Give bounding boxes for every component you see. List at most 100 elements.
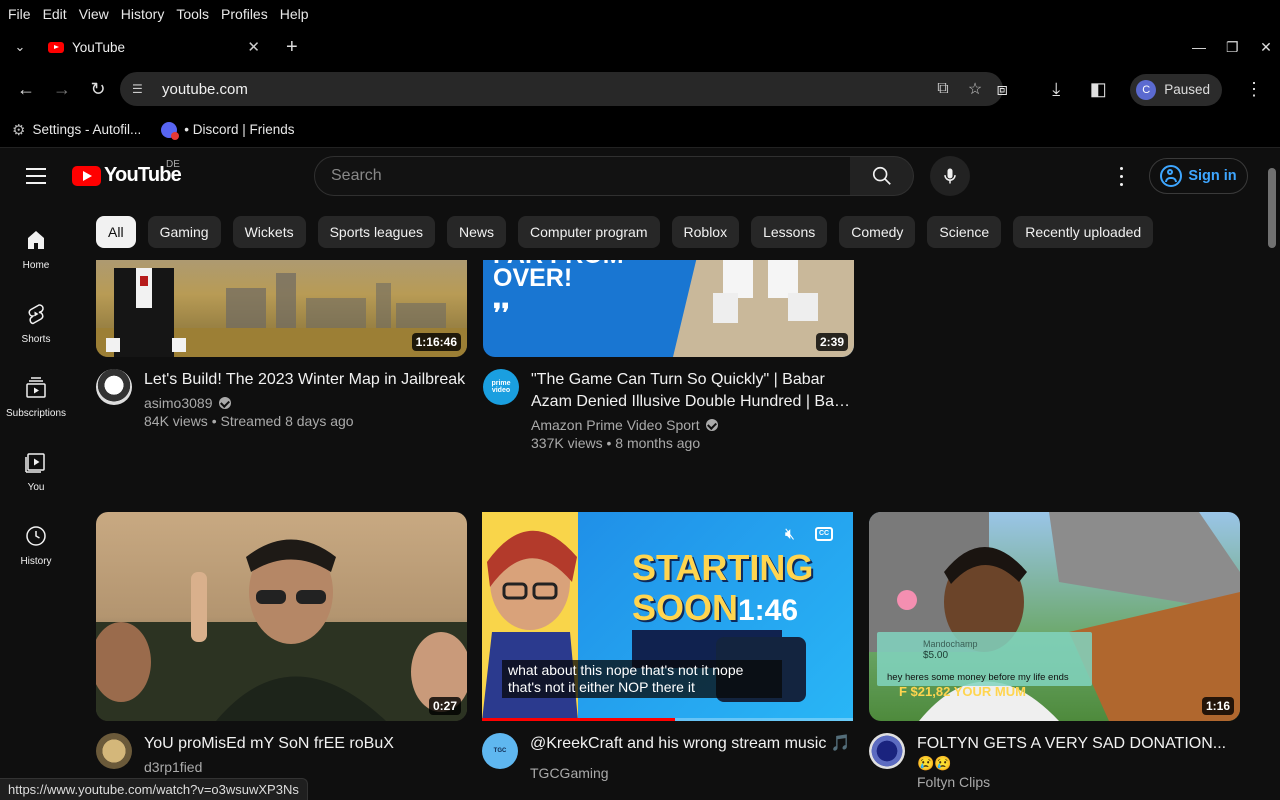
account-icon (1160, 165, 1183, 187)
video-card[interactable]: 0:27 YoU proMisEd mY SoN frEE roBuX d3rp… (96, 512, 467, 775)
open-in-app-icon[interactable]: ⧉ (927, 80, 959, 98)
video-card[interactable]: Mandochamp $5.00 hey heres some money be… (869, 512, 1240, 790)
address-url[interactable]: youtube.com (162, 81, 927, 98)
video-card[interactable]: 1:16:46 Let's Build! The 2023 Winter Map… (96, 260, 467, 429)
menu-tools[interactable]: Tools (176, 6, 209, 22)
chip-wickets[interactable]: Wickets (232, 216, 306, 248)
guide-menu-icon[interactable] (26, 168, 46, 184)
new-tab-icon[interactable]: + (286, 36, 298, 59)
home-icon (28, 230, 44, 249)
guide-item-subscriptions[interactable]: Subscriptions (0, 360, 72, 434)
channel-name-row: TGCGaming (530, 765, 853, 781)
chip-lessons[interactable]: Lessons (751, 216, 828, 248)
channel-name[interactable]: TGCGaming (530, 765, 609, 781)
extensions-icon[interactable]: ⧈ (984, 72, 1020, 108)
channel-avatar[interactable]: TGC (482, 733, 518, 769)
side-panel-icon[interactable]: ◧ (1080, 72, 1116, 108)
guide-item-history[interactable]: History (0, 508, 72, 582)
chip-news[interactable]: News (447, 216, 507, 248)
chip-sports-leagues[interactable]: Sports leagues (317, 216, 435, 248)
restore-icon[interactable]: ❐ (1226, 39, 1239, 56)
video-thumbnail[interactable]: 0:27 (96, 512, 467, 721)
guide-label: Shorts (21, 333, 51, 345)
donation-alert: Mandochamp $5.00 hey heres some money be… (877, 632, 1092, 686)
page-scrollbar[interactable] (1268, 168, 1276, 248)
forward-icon[interactable]: → (44, 72, 80, 108)
video-duration: 1:16:46 (411, 333, 461, 351)
playback-progress-bar[interactable] (482, 718, 853, 721)
menu-edit[interactable]: Edit (43, 6, 67, 22)
channel-avatar[interactable] (96, 733, 132, 769)
video-thumbnail[interactable]: Mandochamp $5.00 hey heres some money be… (869, 512, 1240, 721)
video-title[interactable]: YoU proMisEd mY SoN frEE roBuX (144, 733, 467, 755)
close-window-icon[interactable]: ✕ (1260, 39, 1272, 56)
chip-comedy[interactable]: Comedy (839, 216, 916, 248)
downloads-icon[interactable]: ⤓ (1038, 72, 1074, 108)
mini-guide: Home Shorts Subscriptions You History (0, 212, 72, 582)
chip-science[interactable]: Science (927, 216, 1002, 248)
chip-computer-program[interactable]: Computer program (518, 216, 660, 248)
search-button[interactable] (850, 156, 914, 196)
guide-item-home[interactable]: Home (0, 212, 72, 286)
video-card[interactable]: STARTING SOON 1:46 🔇︎ CC what about this… (482, 512, 853, 781)
youtube-logo[interactable]: YouTube (72, 164, 182, 187)
youtube-favicon-icon (48, 41, 64, 53)
menu-history[interactable]: History (121, 6, 165, 22)
menu-file[interactable]: File (8, 6, 31, 22)
menu-help[interactable]: Help (280, 6, 309, 22)
guide-item-shorts[interactable]: Shorts (0, 286, 72, 360)
channel-avatar[interactable]: prime video (483, 369, 519, 405)
profile-button[interactable]: C Paused (1130, 73, 1222, 106)
guide-item-you[interactable]: You (0, 434, 72, 508)
video-title[interactable]: Let's Build! The 2023 Winter Map in Jail… (144, 369, 467, 391)
sign-in-button[interactable]: Sign in (1149, 158, 1248, 194)
menu-view[interactable]: View (79, 6, 109, 22)
webcam-scene-image (96, 539, 467, 721)
youtube-masthead: YouTube DE Sign in (0, 148, 1265, 204)
back-icon[interactable]: ← (8, 72, 44, 108)
bookmark-autofill-settings[interactable]: ⚙ Settings - Autofil... (12, 121, 141, 139)
channel-avatar[interactable] (96, 369, 132, 405)
video-title[interactable]: FOLTYN GETS A VERY SAD DONATION... (917, 733, 1240, 755)
channel-name-row: Foltyn Clips (917, 774, 1240, 790)
channel-name[interactable]: Amazon Prime Video Sport (531, 417, 700, 433)
video-title[interactable]: "The Game Can Turn So Quickly" | Babar A… (531, 369, 854, 413)
guide-label: History (20, 555, 52, 567)
video-meta: FOLTYN GETS A VERY SAD DONATION... 😢😢 Fo… (869, 733, 1240, 790)
settings-more-icon[interactable] (1110, 164, 1132, 188)
bookmark-discord[interactable]: • Discord | Friends (161, 121, 295, 140)
minimize-icon[interactable]: — (1192, 39, 1206, 55)
tab-close-icon[interactable]: ✕ (247, 38, 260, 56)
chip-recently-uploaded[interactable]: Recently uploaded (1013, 216, 1154, 248)
menu-bar: File Edit View History Tools Profiles He… (0, 0, 1280, 27)
menu-profiles[interactable]: Profiles (221, 6, 268, 22)
video-duration: 0:27 (428, 697, 461, 715)
tab-youtube[interactable]: YouTube ✕ (40, 30, 268, 64)
channel-name[interactable]: asimo3089 (144, 395, 213, 411)
video-card[interactable]: FAR FROM OVER! ❜❜ 2:39 primevideo "The G… (483, 260, 854, 451)
channel-name[interactable]: d3rp1fied (144, 759, 202, 775)
channel-avatar[interactable] (869, 733, 905, 769)
site-info-icon[interactable]: ☰ (132, 82, 148, 96)
video-thumbnail[interactable]: 1:16:46 (96, 260, 467, 357)
quote-mark-icon: ❜❜ (493, 298, 510, 328)
voice-search-button[interactable] (930, 156, 970, 196)
chip-all[interactable]: All (96, 216, 136, 248)
verified-badge-icon (705, 419, 718, 431)
address-bar[interactable]: ☰ youtube.com ⧉ ☆ (120, 72, 1003, 106)
donation-total: F $21,82 YOUR MUM (899, 684, 1026, 699)
chip-roblox[interactable]: Roblox (671, 216, 740, 248)
youtube-page: YouTube DE Sign in All Gaming Wickets Sp… (0, 148, 1280, 800)
video-preview-player[interactable]: STARTING SOON 1:46 🔇︎ CC what about this… (482, 512, 853, 721)
reload-icon[interactable]: ↻ (80, 72, 116, 108)
chip-gaming[interactable]: Gaming (147, 216, 221, 248)
video-thumbnail[interactable]: FAR FROM OVER! ❜❜ 2:39 (483, 260, 854, 357)
search-box[interactable] (314, 156, 851, 196)
channel-name[interactable]: Foltyn Clips (917, 774, 990, 790)
mute-icon[interactable]: 🔇︎ (785, 526, 795, 544)
tab-search-chevron-icon[interactable]: ⌄ (0, 39, 40, 55)
video-title[interactable]: @KreekCraft and his wrong stream music 🎵 (530, 733, 853, 755)
browser-menu-icon[interactable]: ⋮ (1236, 72, 1272, 108)
closed-captions-icon[interactable]: CC (815, 527, 833, 541)
search-input[interactable] (331, 167, 850, 185)
